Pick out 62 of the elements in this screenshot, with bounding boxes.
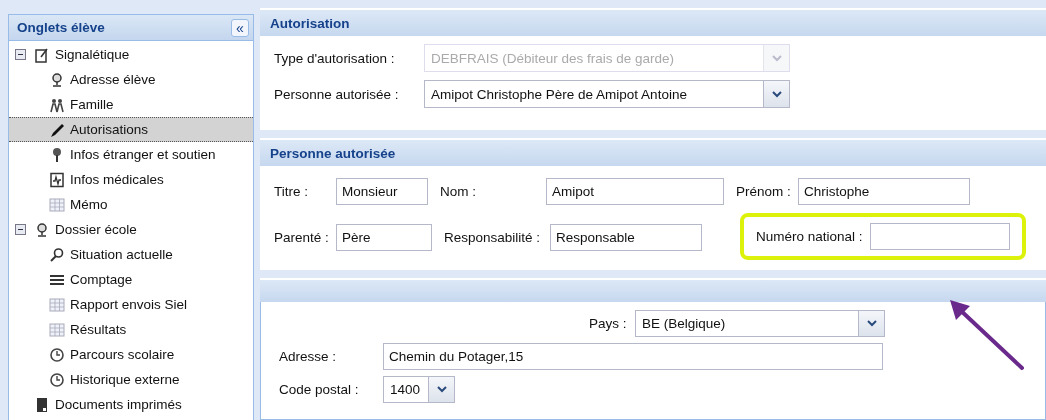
tree-item[interactable]: Rapport envois Siel [9, 292, 253, 317]
grid-icon [49, 296, 65, 313]
field-label: Numéro national : [756, 229, 864, 244]
dropdown-trigger-button[interactable] [428, 377, 454, 402]
field-label: Type d'autorisation : [274, 50, 396, 66]
grid-icon [49, 321, 65, 338]
tree-item[interactable]: Infos étranger et soutien [9, 142, 253, 167]
field-label: Nom : [440, 184, 477, 199]
notepad-icon [34, 46, 50, 63]
map-pin-icon [34, 221, 50, 238]
medical-chart-icon [49, 171, 65, 188]
clock-icon [49, 371, 65, 388]
field-label: Prénom : [736, 184, 792, 199]
tree-item[interactable]: Signalétique [9, 42, 253, 67]
field-label: Parenté : [274, 230, 330, 245]
tree-item[interactable]: Comptage [9, 267, 253, 292]
tree-item[interactable]: Situation actuelle [9, 242, 253, 267]
caret-down-icon [771, 90, 782, 98]
grid-icon [49, 196, 65, 213]
magnifier-icon [49, 246, 65, 263]
field-label: Code postal : [279, 382, 360, 397]
caret-down-icon [771, 54, 782, 62]
text-field[interactable]: Amipot [546, 178, 724, 205]
section-header: Autorisation [260, 8, 1046, 36]
tree-item[interactable]: Parcours scolaire [9, 342, 253, 367]
dropdown-trigger-button[interactable] [858, 311, 884, 336]
field-label: Adresse : [279, 349, 338, 364]
tree-item[interactable]: Infos médicales [9, 167, 253, 192]
text-field[interactable]: Monsieur [336, 178, 428, 205]
caret-down-icon [436, 386, 447, 393]
sidebar-title: Onglets élève [17, 20, 105, 35]
caret-down-icon [866, 320, 877, 327]
field-label: Personne autorisée : [274, 86, 400, 102]
text-field[interactable]: Christophe [798, 178, 970, 205]
map-pin-icon [49, 71, 65, 88]
collapse-toggle-icon[interactable] [15, 49, 26, 60]
tree-item[interactable]: Historique externe [9, 367, 253, 392]
document-icon [34, 396, 50, 413]
field-label: Titre : [274, 184, 309, 199]
text-field[interactable]: Père [336, 224, 432, 251]
tree-item[interactable]: Famille [9, 92, 253, 117]
tree-item[interactable]: Dossier école [9, 217, 253, 242]
tree-item[interactable]: Documents imprimés [9, 392, 253, 417]
field-label: Pays : [589, 316, 628, 331]
tree-item[interactable]: Autorisations [9, 117, 253, 142]
field-label: Responsabilité : [444, 230, 542, 245]
text-field[interactable] [870, 223, 1010, 250]
people-icon [49, 96, 65, 113]
clock-icon [49, 346, 65, 363]
text-field[interactable]: Responsable [550, 224, 702, 251]
tree-item[interactable]: Résultats [9, 317, 253, 342]
tree-item[interactable]: Mémo [9, 192, 253, 217]
collapse-button[interactable]: « [231, 18, 249, 37]
tree-item[interactable]: Adresse élève [9, 67, 253, 92]
dropdown-field[interactable]: BE (Belgique) [635, 310, 885, 337]
section-header: Personne autorisée [260, 138, 1046, 166]
text-field[interactable]: Chemin du Potager,15 [383, 343, 883, 370]
dropdown-trigger-button[interactable] [763, 81, 789, 107]
collapse-toggle-icon[interactable] [15, 224, 26, 235]
pencil-icon [49, 121, 65, 138]
dropdown-field[interactable]: Amipot Christophe Père de Amipot Antoine [424, 80, 790, 108]
dropdown-field[interactable]: 1400 [383, 376, 455, 403]
